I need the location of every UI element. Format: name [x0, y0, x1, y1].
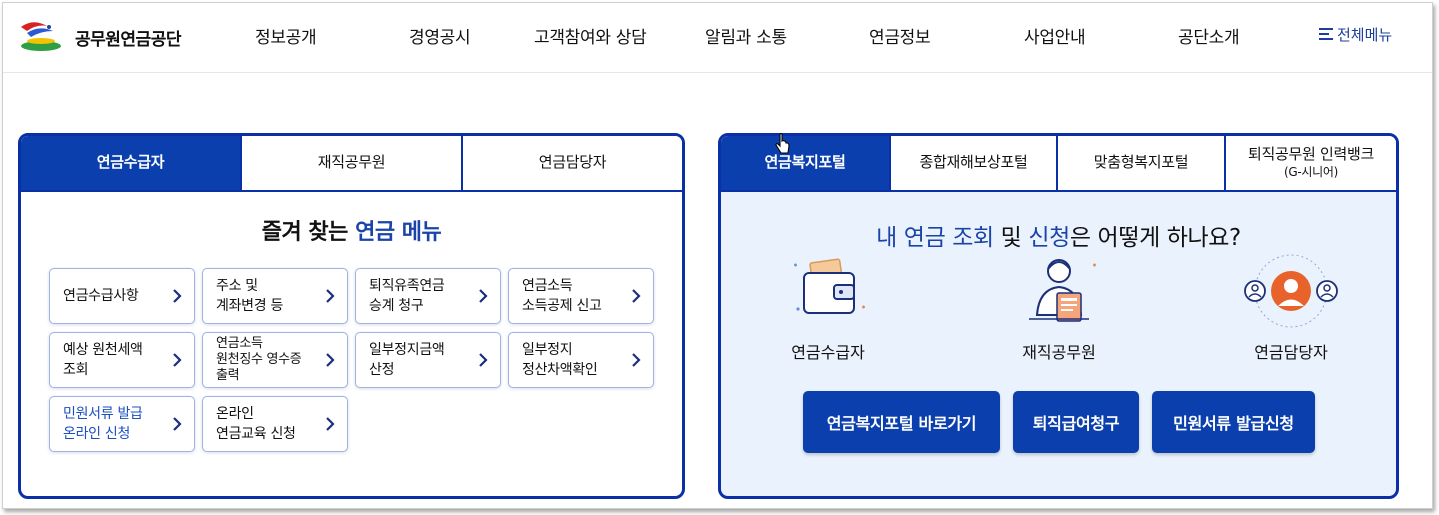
menu-card-label: 일부정지금액 산정 — [369, 341, 445, 378]
chevron-right-icon — [173, 417, 182, 431]
menu-card-pension-status[interactable]: 연금수급사항 — [49, 268, 195, 324]
persona-manager[interactable]: 연금담당자 — [1231, 251, 1351, 363]
chevron-right-icon — [479, 289, 488, 303]
persona-label: 연금담당자 — [1254, 343, 1328, 362]
favorite-menu-title-highlight: 연금 메뉴 — [355, 220, 442, 245]
all-menu-label: 전체메뉴 — [1337, 26, 1393, 44]
menu-card-withholding-receipt[interactable]: 연금소득 원천징수 영수증 출력 — [202, 332, 348, 388]
all-menu-button[interactable]: 전체메뉴 — [1319, 24, 1392, 45]
menu-card-partial-suspension-amount[interactable]: 일부정지금액 산정 — [355, 332, 501, 388]
portal-title-highlight-2: 신청 — [1028, 225, 1070, 251]
tab-accident-portal[interactable]: 종합재해보상포털 — [891, 136, 1058, 190]
persona-pensioner[interactable]: 연금수급자 — [768, 251, 888, 363]
global-nav: 정보공개 경영공시 고객참여와 상담 알림과 소통 연금정보 사업안내 공단소개 — [3, 3, 1432, 71]
menu-card-label: 퇴직유족연금 승계 청구 — [369, 277, 445, 314]
cursor-icon — [775, 133, 790, 154]
menu-card-label: 온라인 연금교육 신청 — [216, 405, 296, 442]
menu-card-label: 연금소득 원천징수 영수증 출력 — [216, 335, 302, 384]
employee-icon — [1029, 259, 1096, 322]
menu-card-label: 일부정지 정산차액확인 — [522, 341, 598, 378]
menu-card-partial-suspension-settlement[interactable]: 일부정지 정산차액확인 — [508, 332, 654, 388]
chevron-right-icon — [326, 353, 335, 367]
nav-item-business[interactable]: 사업안내 — [1024, 23, 1086, 48]
portal-panel: 연금복지포털 종합재해보상포털 맞춤형복지포털 퇴직공무원 인력뱅크 (G-시니… — [718, 133, 1399, 499]
tab-label: 맞춤형복지포털 — [1093, 153, 1189, 172]
nav-item-pension-info[interactable]: 연금정보 — [869, 23, 931, 48]
menu-card-document-request[interactable]: 민원서류 발급 온라인 신청 — [49, 396, 195, 452]
tab-label: 퇴직공무원 인력뱅크 — [1248, 145, 1374, 164]
menu-card-income-deduction[interactable]: 연금소득 소득공제 신고 — [508, 268, 654, 324]
tab-label: 종합재해보상포털 — [919, 153, 1028, 172]
chevron-right-icon — [326, 289, 335, 303]
welfare-portal-button[interactable]: 연금복지포털 바로가기 — [803, 391, 1000, 453]
tab-welfare-portal[interactable]: 연금복지포털 — [721, 136, 891, 190]
retirement-claim-button[interactable]: 퇴직급여청구 — [1013, 391, 1139, 453]
tab-sublabel: (G-시니어) — [1283, 164, 1338, 179]
menu-card-withholding-estimate[interactable]: 예상 원천세액 조회 — [49, 332, 195, 388]
menu-icon — [1319, 28, 1333, 41]
tab-retired-talent-bank[interactable]: 퇴직공무원 인력뱅크 (G-시니어) — [1226, 136, 1396, 190]
menu-card-label: 연금수급사항 — [63, 287, 139, 304]
chevron-right-icon — [173, 353, 182, 367]
document-request-button[interactable]: 민원서류 발급신청 — [1152, 391, 1315, 453]
favorite-menu-title-prefix: 즐겨 찾는 — [261, 220, 349, 245]
portal-title-highlight-1: 내 연금 조회 — [876, 225, 994, 251]
tab-pensioner[interactable]: 연금수급자 — [21, 136, 242, 190]
nav-item-management-disclosure[interactable]: 경영공시 — [409, 23, 471, 48]
chevron-right-icon — [173, 289, 182, 303]
nav-item-about[interactable]: 공단소개 — [1178, 23, 1240, 48]
page-frame: 공무원연금공단 정보공개 경영공시 고객참여와 상담 알림과 소통 연금정보 사… — [2, 2, 1433, 509]
nav-item-notice[interactable]: 알림과 소통 — [705, 23, 787, 48]
menu-card-online-education[interactable]: 온라인 연금교육 신청 — [202, 396, 348, 452]
menu-card-label: 주소 및 계좌변경 등 — [216, 277, 284, 314]
favorite-menu-title: 즐겨 찾는 연금 메뉴 — [21, 214, 682, 246]
wallet-icon — [794, 258, 865, 314]
portal-title: 내 연금 조회 및 신청은 어떻게 하나요? — [721, 218, 1396, 252]
chevron-right-icon — [326, 417, 335, 431]
nav-item-customer[interactable]: 고객참여와 상담 — [534, 23, 647, 48]
portal-title-mid: 및 — [993, 225, 1029, 251]
menu-card-survivor-pension[interactable]: 퇴직유족연금 승계 청구 — [355, 268, 501, 324]
chevron-right-icon — [632, 353, 641, 367]
right-tabs: 연금복지포털 종합재해보상포털 맞춤형복지포털 퇴직공무원 인력뱅크 (G-시니… — [721, 136, 1396, 192]
menu-card-address-change[interactable]: 주소 및 계좌변경 등 — [202, 268, 348, 324]
menu-card-label: 민원서류 발급 온라인 신청 — [63, 405, 143, 442]
chevron-right-icon — [479, 353, 488, 367]
chevron-right-icon — [632, 289, 641, 303]
persona-label: 연금수급자 — [791, 343, 865, 362]
tab-manager[interactable]: 연금담당자 — [463, 136, 682, 190]
header: 공무원연금공단 정보공개 경영공시 고객참여와 상담 알림과 소통 연금정보 사… — [3, 3, 1432, 73]
persona-label: 재직공무원 — [1022, 343, 1096, 362]
portal-title-rest: 은 어떻게 하나요? — [1069, 225, 1241, 251]
manager-icon — [1244, 254, 1338, 328]
left-tabs: 연금수급자 재직공무원 연금담당자 — [21, 136, 682, 192]
menu-card-label: 연금소득 소득공제 신고 — [522, 277, 602, 314]
persona-employee[interactable]: 재직공무원 — [999, 251, 1119, 363]
tab-custom-welfare-portal[interactable]: 맞춤형복지포털 — [1058, 136, 1226, 190]
menu-card-label: 예상 원천세액 조회 — [63, 341, 143, 378]
nav-item-info-disclosure[interactable]: 정보공개 — [255, 23, 317, 48]
tab-employee[interactable]: 재직공무원 — [242, 136, 463, 190]
favorite-menu-panel: 연금수급자 재직공무원 연금담당자 즐겨 찾는 연금 메뉴 연금수급사항 주소 … — [18, 133, 685, 499]
